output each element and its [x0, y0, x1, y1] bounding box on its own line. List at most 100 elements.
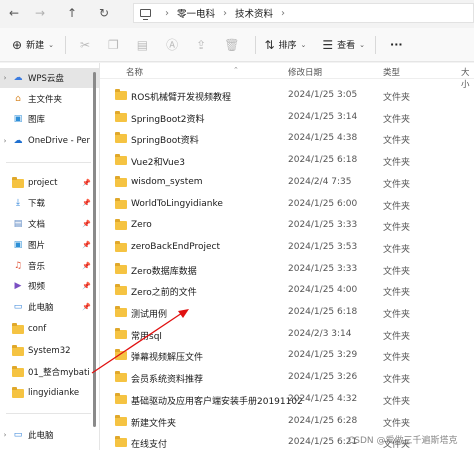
folder-icon: [12, 344, 24, 356]
sidebar-item-01-mybatis[interactable]: 01_整合mybati: [0, 362, 99, 382]
sidebar-item-project[interactable]: project 📌: [0, 173, 99, 193]
chevron-right-icon[interactable]: ›: [0, 137, 10, 145]
sidebar-item-pictures[interactable]: ▣ 图片 📌: [0, 235, 99, 255]
file-row[interactable]: zeroBackEndProject 2024/1/25 3:53 文件夹: [100, 237, 474, 259]
file-row[interactable]: Zero之前的文件 2024/1/25 4:00 文件夹: [100, 280, 474, 302]
sidebar-item-label: 此电脑: [28, 303, 54, 313]
pin-icon: 📌: [82, 199, 91, 207]
pc-icon: [140, 9, 151, 20]
music-icon: ♫: [13, 261, 23, 271]
scissors-icon: ✂: [79, 37, 91, 52]
sort-label: 排序: [278, 41, 297, 51]
sidebar-item-wps-cloud[interactable]: › ☁ WPS云盘: [0, 68, 99, 88]
file-name: SpringBoot资料: [131, 136, 199, 147]
download-icon: ⤓: [16, 198, 20, 208]
file-date: 2024/1/25 3:29: [288, 350, 358, 361]
sidebar-item-conf[interactable]: conf: [0, 319, 99, 339]
view-icon: ☰: [322, 37, 334, 52]
file-type: 文件夹: [383, 396, 411, 407]
sidebar-item-gallery[interactable]: ▣ 图库: [0, 109, 99, 129]
folder-icon: [115, 89, 127, 100]
file-row[interactable]: 常用sql 2024/2/3 3:14 文件夹: [100, 324, 474, 346]
file-type: 文件夹: [383, 223, 411, 234]
file-type: 文件夹: [383, 331, 411, 342]
file-row[interactable]: 基础驱动及应用客户端安装手册20191102 2024/1/25 4:32 文件夹: [100, 389, 474, 411]
pin-icon: 📌: [82, 262, 91, 270]
file-row[interactable]: ROS机械臂开发视频教程 2024/1/25 3:05 文件夹: [100, 85, 474, 107]
file-date: 2024/2/4 7:35: [288, 176, 352, 187]
file-date: 2024/1/25 3:14: [288, 111, 358, 122]
arrow-right-icon[interactable]: →: [29, 2, 51, 24]
arrow-up-icon[interactable]: ↑: [61, 2, 83, 24]
sidebar-item-videos[interactable]: ▶ 视频 📌: [0, 276, 99, 296]
sidebar-item-label: OneDrive - Per: [28, 136, 90, 146]
column-header-date[interactable]: 修改日期: [288, 66, 322, 78]
file-type: 文件夹: [383, 418, 411, 429]
file-row[interactable]: Vue2和Vue3 2024/1/25 6:18 文件夹: [100, 150, 474, 172]
sidebar-item-downloads[interactable]: ⤓ 下载 📌: [0, 193, 99, 213]
chevron-right-icon[interactable]: ›: [0, 74, 10, 82]
sidebar-item-documents[interactable]: ▤ 文档 📌: [0, 214, 99, 234]
file-type: 文件夹: [383, 288, 411, 299]
document-icon: ▤: [13, 219, 23, 229]
sort-button[interactable]: ⇅ 排序 ⌄: [264, 38, 306, 52]
sort-icon: ⇅: [264, 37, 275, 52]
file-row[interactable]: WorldToLingyidianke 2024/1/25 6:00 文件夹: [100, 194, 474, 216]
file-row[interactable]: SpringBoot资料 2024/1/25 4:38 文件夹: [100, 128, 474, 150]
new-button[interactable]: ⊕ 新建 ⌄: [12, 38, 54, 52]
file-row[interactable]: 会员系统资料推荐 2024/1/25 3:26 文件夹: [100, 367, 474, 389]
breadcrumb[interactable]: › 零一电科 › 技术资料 ›: [133, 3, 474, 23]
more-icon: ···: [390, 38, 403, 51]
rename-button[interactable]: Ⓐ: [166, 36, 182, 53]
delete-button[interactable]: 🗑: [224, 38, 243, 52]
share-button[interactable]: ⇪: [196, 38, 210, 52]
onedrive-icon: ☁: [13, 136, 23, 146]
file-name: 弹幕视频解压文件: [131, 353, 204, 364]
sidebar-item-this-pc[interactable]: › ▭ 此电脑: [0, 425, 99, 445]
file-row[interactable]: wisdom_system 2024/2/4 7:35 文件夹: [100, 172, 474, 194]
file-name: 在线支付: [131, 440, 168, 450]
file-row[interactable]: SpringBoot2资料 2024/1/25 3:14 文件夹: [100, 107, 474, 129]
breadcrumb-item[interactable]: 零一电科: [177, 6, 215, 20]
file-date: 2024/1/25 4:32: [288, 393, 358, 404]
folder-icon: [115, 306, 127, 317]
chevron-right-icon: ›: [223, 7, 228, 19]
pin-icon: 📌: [82, 282, 91, 290]
sidebar-item-music[interactable]: ♫ 音乐 📌: [0, 256, 99, 276]
navigation-bar: ← → ↑ ↻ › 零一电科 › 技术资料 ›: [0, 0, 474, 26]
sidebar-item-onedrive[interactable]: › ☁ OneDrive - Per: [0, 131, 99, 151]
file-row[interactable]: 新建文件夹 2024/1/25 6:28 文件夹: [100, 411, 474, 433]
picture-icon: ▣: [13, 240, 23, 250]
column-header-name[interactable]: 名称: [126, 66, 143, 78]
file-name: 测试用例: [131, 310, 168, 320]
folder-icon: [115, 219, 127, 231]
sidebar-item-lingyidianke[interactable]: lingyidianke: [0, 383, 99, 403]
file-row[interactable]: Zero 2024/1/25 3:33 文件夹: [100, 215, 474, 237]
sidebar-item-this-pc-pinned[interactable]: ▭ 此电脑 📌: [0, 297, 99, 317]
sidebar-item-label: 下载: [28, 199, 46, 209]
file-row[interactable]: 弹幕视频解压文件 2024/1/25 3:29 文件夹: [100, 345, 474, 367]
more-button[interactable]: ···: [390, 38, 403, 51]
sidebar-item-label: 视频: [28, 282, 46, 292]
column-header-type[interactable]: 类型: [383, 66, 400, 78]
arrow-left-icon[interactable]: ←: [3, 2, 25, 24]
cut-button[interactable]: ✂: [80, 38, 94, 52]
breadcrumb-item[interactable]: 技术资料: [235, 6, 273, 20]
file-name: 常用sql: [131, 331, 162, 342]
view-button[interactable]: ☰ 查看 ⌄: [322, 38, 365, 52]
refresh-icon[interactable]: ↻: [93, 2, 115, 24]
chevron-right-icon: ›: [281, 7, 286, 19]
sidebar-scrollbar[interactable]: [93, 72, 96, 427]
chevron-right-icon[interactable]: ›: [0, 431, 10, 439]
folder-icon: [115, 197, 127, 209]
file-row[interactable]: Zero数据库数据 2024/1/25 3:33 文件夹: [100, 259, 474, 281]
sidebar-item-home[interactable]: ⌂ 主文件夹: [0, 89, 99, 109]
folder-icon: [12, 365, 24, 377]
file-row[interactable]: 测试用例 2024/1/25 6:18 文件夹: [100, 302, 474, 324]
file-type: 文件夹: [383, 375, 411, 386]
sidebar-item-system32[interactable]: System32: [0, 341, 99, 361]
paste-button[interactable]: ▤: [137, 38, 152, 52]
sidebar-item-label: conf: [28, 324, 47, 334]
copy-button[interactable]: ❐: [108, 38, 123, 52]
file-name: ROS机械臂开发视频教程: [131, 93, 232, 103]
